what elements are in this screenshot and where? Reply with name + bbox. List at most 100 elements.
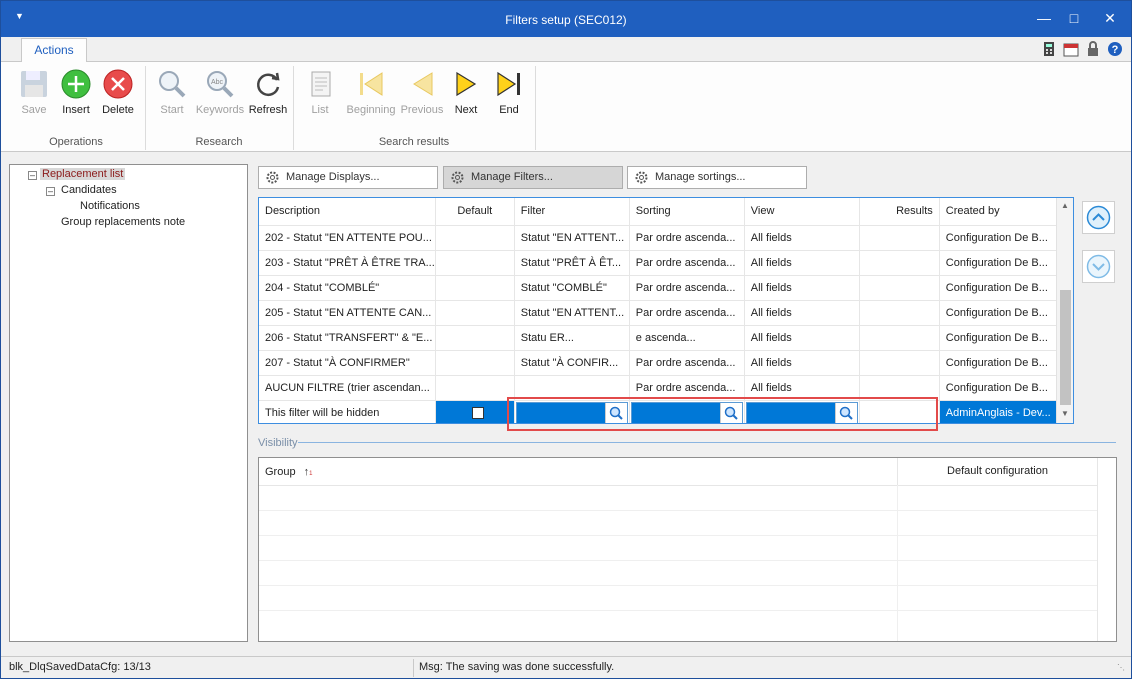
close-button[interactable]: ✕ [1095, 7, 1125, 29]
section-divider [298, 442, 1116, 443]
gear-icon [450, 170, 465, 185]
maximize-button[interactable]: □ [1059, 7, 1089, 29]
cell-filter: Statut "COMBLÉ" [514, 275, 630, 301]
manage-filters-label: Manage Filters... [471, 171, 553, 183]
previous-record-icon [406, 68, 438, 100]
cell-sorting: Par ordre ascenda... [629, 225, 745, 251]
header-divider [259, 485, 1097, 486]
tree-item-notifications[interactable]: Notifications [80, 200, 140, 212]
filters-grid: Description Default Filter Sorting View … [258, 197, 1074, 424]
cell-sorting: Par ordre ascenda... [629, 350, 745, 376]
resize-grip-icon[interactable]: ⋱ [1117, 663, 1125, 672]
cell-created-by: Configuration De B... [939, 375, 1058, 401]
column-header-sorting[interactable]: Sorting [629, 198, 745, 226]
plus-circle-icon [60, 68, 92, 100]
svg-text:Abc: Abc [211, 79, 224, 86]
delete-button[interactable]: Delete [93, 68, 143, 116]
cell-filter: Statu ER... [514, 325, 630, 351]
column-header-view[interactable]: View [744, 198, 860, 226]
manage-displays-label: Manage Displays... [286, 171, 380, 183]
column-header-filter[interactable]: Filter [514, 198, 630, 226]
cell-description: 204 - Statut "COMBLÉ" [259, 275, 436, 301]
manage-sortings-button[interactable]: Manage sortings... [627, 166, 807, 189]
scroll-down-icon[interactable]: ▼ [1059, 409, 1071, 421]
manage-displays-button[interactable]: Manage Displays... [258, 166, 438, 189]
tree-item-label: Replacement list [40, 168, 126, 180]
column-header-group[interactable]: Group ↑1 [265, 466, 312, 478]
last-record-icon [493, 68, 525, 100]
cell-view: All fields [744, 275, 860, 301]
description-input[interactable]: This filter will be hidden [259, 400, 436, 423]
refresh-button[interactable]: Refresh [243, 68, 293, 116]
start-button[interactable]: Start [147, 68, 197, 116]
table-row[interactable]: 205 - Statut "EN ATTENTE CAN... Statut "E… [259, 300, 1058, 326]
table-row[interactable]: 206 - Statut "TRANSFERT" & "E... Statu ER… [259, 325, 1058, 351]
move-down-button[interactable] [1082, 250, 1115, 283]
x-circle-icon [102, 68, 134, 100]
column-header-created-by[interactable]: Created by [939, 198, 1058, 226]
collapse-toggle[interactable]: – [46, 187, 55, 196]
cell-created-by: Configuration De B... [939, 275, 1058, 301]
help-icon[interactable]: ? [1107, 41, 1123, 57]
list-button[interactable]: List [295, 68, 345, 116]
lock-icon[interactable] [1085, 41, 1101, 57]
column-header-description[interactable]: Description [259, 198, 436, 226]
sort-ascending-icon: ↑1 [303, 466, 313, 478]
cell-sorting: Par ordre ascenda... [629, 275, 745, 301]
column-header-default[interactable]: Default [435, 198, 515, 226]
tree-item-replacement-list[interactable]: Replacement list [40, 168, 126, 180]
cell-results [859, 350, 940, 376]
visibility-grid: Group ↑1 Default configuration [258, 457, 1117, 642]
column-header-default-configuration[interactable]: Default configuration [897, 458, 1097, 485]
previous-button[interactable]: Previous [397, 68, 447, 116]
ribbon-separator [535, 66, 536, 150]
collapse-toggle[interactable]: – [28, 171, 37, 180]
table-row[interactable]: 207 - Statut "À CONFIRMER" Statut "À CONF… [259, 350, 1058, 376]
minimize-button[interactable]: — [1029, 7, 1059, 29]
group-research: Research [195, 136, 243, 148]
list-label: List [311, 104, 329, 116]
visibility-section-label: Visibility [258, 437, 298, 449]
cell-default [435, 250, 515, 276]
cell-description: 205 - Statut "EN ATTENTE CAN... [259, 300, 436, 326]
title-bar: ▼ Filters setup (SEC012) — □ ✕ [1, 1, 1131, 37]
cell-view: All fields [744, 350, 860, 376]
manage-filters-button[interactable]: Manage Filters... [443, 166, 623, 189]
highlight-box [507, 397, 938, 431]
magnifier-icon [156, 68, 188, 100]
cell-view: All fields [744, 250, 860, 276]
scroll-thumb[interactable] [1060, 290, 1071, 405]
keywords-label: Keywords [195, 104, 245, 116]
cell-results [859, 300, 940, 326]
grid-scrollbar[interactable]: ▲ ▼ [1056, 198, 1073, 423]
list-document-icon [304, 68, 336, 100]
cell-description: 207 - Statut "À CONFIRMER" [259, 350, 436, 376]
tree-item-candidates[interactable]: Candidates [61, 184, 117, 196]
table-row[interactable]: 202 - Statut "EN ATTENTE POU... Statut "E… [259, 225, 1058, 251]
calendar-icon[interactable] [1063, 41, 1079, 57]
cell-view: All fields [744, 300, 860, 326]
previous-label: Previous [400, 104, 444, 116]
cell-view: All fields [744, 325, 860, 351]
cell-default [435, 375, 515, 401]
end-button[interactable]: End [484, 68, 534, 116]
cell-created-by: Configuration De B... [939, 225, 1058, 251]
table-row[interactable]: 203 - Statut "PRÊT À ÊTRE TRA... Statut "… [259, 250, 1058, 276]
beginning-button[interactable]: Beginning [343, 68, 399, 116]
default-cell [435, 400, 515, 423]
default-checkbox[interactable] [471, 406, 484, 419]
column-header-results[interactable]: Results [859, 198, 940, 226]
cell-default [435, 350, 515, 376]
cell-default [435, 325, 515, 351]
refresh-icon [252, 68, 284, 100]
calculator-icon[interactable] [1041, 41, 1057, 57]
status-bar: blk_DlqSavedDataCfg: 13/13 Msg: The savi… [1, 656, 1131, 678]
end-label: End [499, 104, 519, 116]
table-row[interactable]: 204 - Statut "COMBLÉ" Statut "COMBLÉ" Par … [259, 275, 1058, 301]
move-up-button[interactable] [1082, 201, 1115, 234]
keywords-button[interactable]: Abc Keywords [193, 68, 247, 116]
start-label: Start [160, 104, 184, 116]
scroll-up-icon[interactable]: ▲ [1059, 201, 1071, 213]
tree-item-group-replacements-note[interactable]: Group replacements note [61, 216, 185, 228]
tab-actions[interactable]: Actions [21, 38, 87, 63]
